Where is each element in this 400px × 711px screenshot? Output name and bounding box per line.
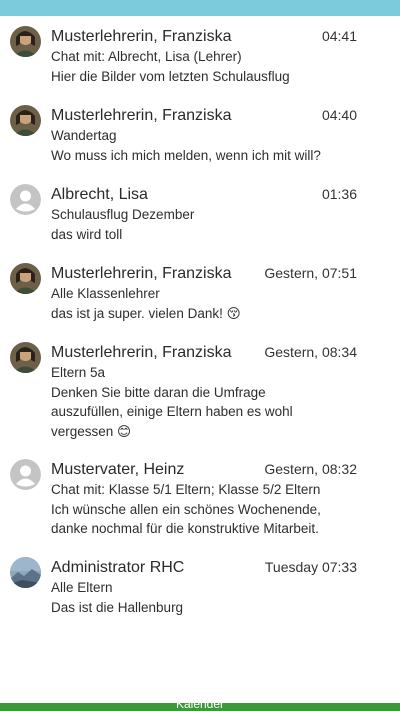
message-line: Alle Eltern <box>51 580 113 595</box>
message-line: das wird toll <box>51 226 123 242</box>
message-line: Wandertag <box>51 128 117 143</box>
message-line: Das ist die Hallenburg <box>51 599 184 615</box>
message-line: vergessen 😊 <box>51 423 132 439</box>
message-item[interactable]: 01:36 Albrecht, Lisa Schulausflug Dezemb… <box>0 182 400 244</box>
message-line: Ich wünsche allen ein schönes Wochenende… <box>51 501 321 517</box>
message-line: auszufüllen, einige Eltern haben es wohl <box>51 404 293 419</box>
message-time: Gestern, 08:32 <box>264 461 357 477</box>
message-line: Schulausflug Dezember <box>51 207 195 222</box>
avatar-photo-icon <box>10 263 41 294</box>
message-time: Gestern, 07:51 <box>264 265 357 281</box>
message-line: Alle Klassenlehrer <box>51 286 160 301</box>
message-line: danke nochmal für die konstruktive Mitar… <box>51 521 319 536</box>
message-time: 04:41 <box>321 28 357 44</box>
bottom-nav-label[interactable]: Kalender <box>0 703 400 711</box>
bottom-nav-bar[interactable]: Kalender <box>0 703 400 711</box>
message-line: Chat mit: Klasse 5/1 Eltern; Klasse 5/2 … <box>51 482 321 497</box>
message-line: Wo muss ich mich melden, wenn ich mit wi… <box>51 147 321 163</box>
message-time: 01:36 <box>321 186 357 202</box>
avatar-landscape-icon <box>10 557 41 588</box>
avatar-placeholder-icon <box>10 184 41 215</box>
message-item[interactable]: Tuesday 07:33 Administrator RHC Alle Elt… <box>0 555 400 617</box>
message-line: Hier die Bilder vom letzten Schulausflug <box>51 68 290 84</box>
message-time: 04:40 <box>321 107 357 123</box>
message-line: das ist ja super. vielen Dank! 😚 <box>51 305 241 321</box>
message-item[interactable]: 04:40 Musterlehrerin, Franziska Wanderta… <box>0 103 400 165</box>
avatar-photo-icon <box>10 26 41 57</box>
avatar-placeholder-icon <box>10 459 41 490</box>
top-status-bar <box>0 0 400 16</box>
avatar-photo-icon <box>10 105 41 136</box>
message-item[interactable]: Gestern, 07:51 Musterlehrerin, Franziska… <box>0 261 400 323</box>
message-line: Chat mit: Albrecht, Lisa (Lehrer) <box>51 49 242 64</box>
message-item[interactable]: Gestern, 08:34 Musterlehrerin, Franziska… <box>0 340 400 441</box>
message-item[interactable]: 04:41 Musterlehrerin, Franziska Chat mit… <box>0 24 400 86</box>
message-line: Denken Sie bitte daran die Umfrage <box>51 384 266 400</box>
message-item[interactable]: Gestern, 08:32 Mustervater, Heinz Chat m… <box>0 457 400 539</box>
message-time: Tuesday 07:33 <box>264 559 357 575</box>
avatar-photo-icon <box>10 342 41 373</box>
message-line: Eltern 5a <box>51 365 106 380</box>
message-time: Gestern, 08:34 <box>264 344 357 360</box>
